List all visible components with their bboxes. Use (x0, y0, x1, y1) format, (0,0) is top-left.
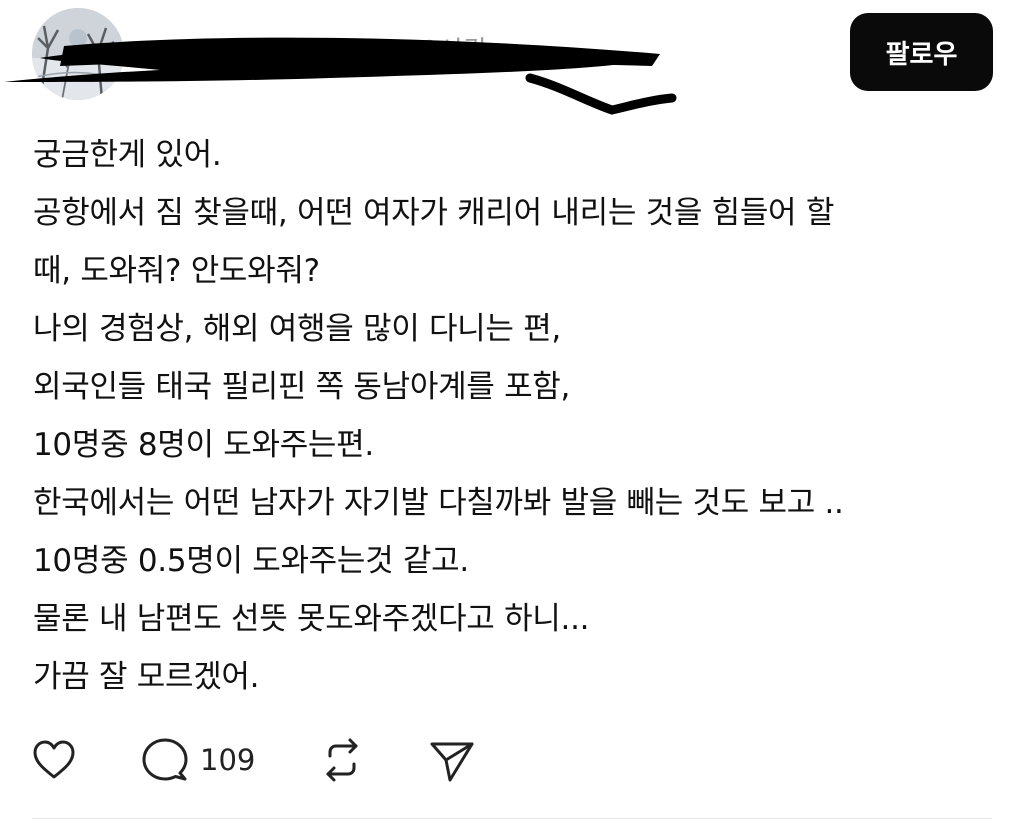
heart-icon (33, 740, 75, 779)
post-text-line: 가끔 잘 모르겠어. (33, 659, 260, 695)
author-meta[interactable]: ᅩ 2350 18시간 (290, 30, 489, 67)
post-header: ᅩ 2350 18시간 팔로우 (0, 0, 1024, 120)
post-text-line: 때, 도와줘? 안도와줘? (33, 253, 320, 289)
post-text-line: 외국인들 태국 필리핀 쪽 동남아계를 포함, (33, 369, 571, 405)
post-text-line: 10명중 8명이 도와주는편. (33, 427, 374, 463)
repost-icon (326, 738, 358, 782)
share-button[interactable] (428, 728, 476, 792)
follow-button[interactable]: 팔로우 (850, 13, 993, 91)
avatar-image (32, 8, 124, 100)
avatar[interactable] (32, 8, 124, 100)
reply-button[interactable]: 109 (140, 728, 255, 792)
like-button[interactable] (30, 728, 78, 792)
post-text-line: 나의 경험상, 해외 여행을 많이 다니는 편, (33, 311, 561, 347)
reply-count: 109 (200, 743, 256, 777)
post-text-line: 한국에서는 어떤 남자가 자기발 다칠까봐 발을 빼는 것도 보고 .. (33, 485, 844, 521)
post-body: 궁금한게 있어. 공항에서 짐 찾을때, 어떤 여자가 캐리어 내리는 것을 힘… (33, 126, 1003, 706)
divider (32, 818, 992, 819)
speech-bubble-icon (142, 738, 188, 781)
post-text-line: 궁금한게 있어. (33, 137, 222, 173)
post-text-line: 10명중 0.5명이 도와주는것 같고. (33, 543, 469, 579)
repost-button[interactable] (318, 728, 366, 792)
paper-plane-icon (430, 742, 474, 782)
post-text-line: 공항에서 짐 찾을때, 어떤 여자가 캐리어 내리는 것을 힘들어 할 (33, 195, 835, 231)
post-text-line: 물론 내 남편도 선뜻 못도와주겠다고 하니... (33, 601, 590, 637)
action-bar: 109 (0, 728, 1024, 792)
